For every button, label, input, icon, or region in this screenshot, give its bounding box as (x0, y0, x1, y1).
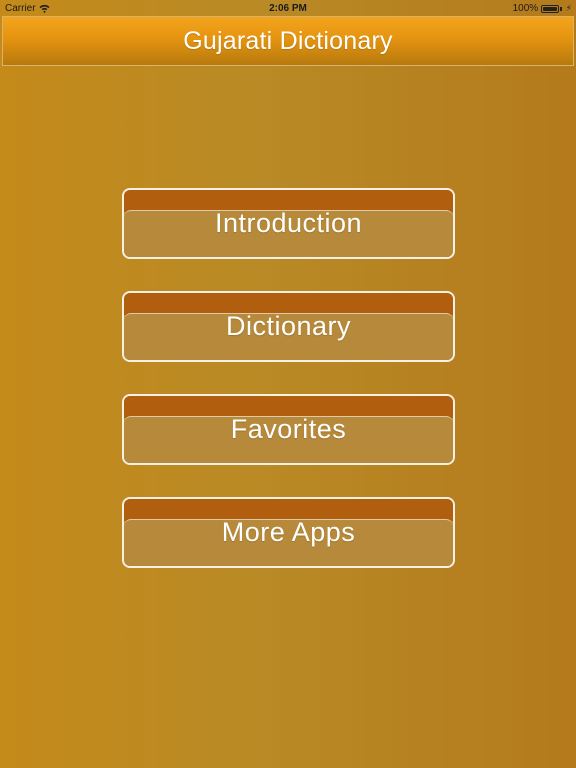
status-time: 2:06 PM (269, 3, 307, 14)
page-title: Gujarati Dictionary (183, 26, 393, 55)
introduction-button[interactable]: Introduction (122, 188, 455, 259)
more-apps-button-label: More Apps (221, 517, 356, 547)
introduction-button-label: Introduction (214, 208, 363, 238)
main-menu: Introduction Dictionary Favorites More A… (122, 188, 455, 600)
nav-bar: Gujarati Dictionary (2, 16, 574, 66)
favorites-button[interactable]: Favorites (122, 394, 455, 465)
favorites-button-label: Favorites (230, 414, 347, 444)
battery-icon (541, 4, 560, 13)
dictionary-button[interactable]: Dictionary (122, 291, 455, 362)
status-right: 100% ⚡ (513, 3, 572, 14)
charging-bolt-icon: ⚡ (565, 3, 572, 13)
battery-fill (543, 6, 558, 11)
battery-percentage: 100% (512, 3, 539, 14)
battery-cap (560, 6, 562, 11)
more-apps-button[interactable]: More Apps (122, 497, 455, 568)
dictionary-button-label: Dictionary (225, 311, 352, 341)
